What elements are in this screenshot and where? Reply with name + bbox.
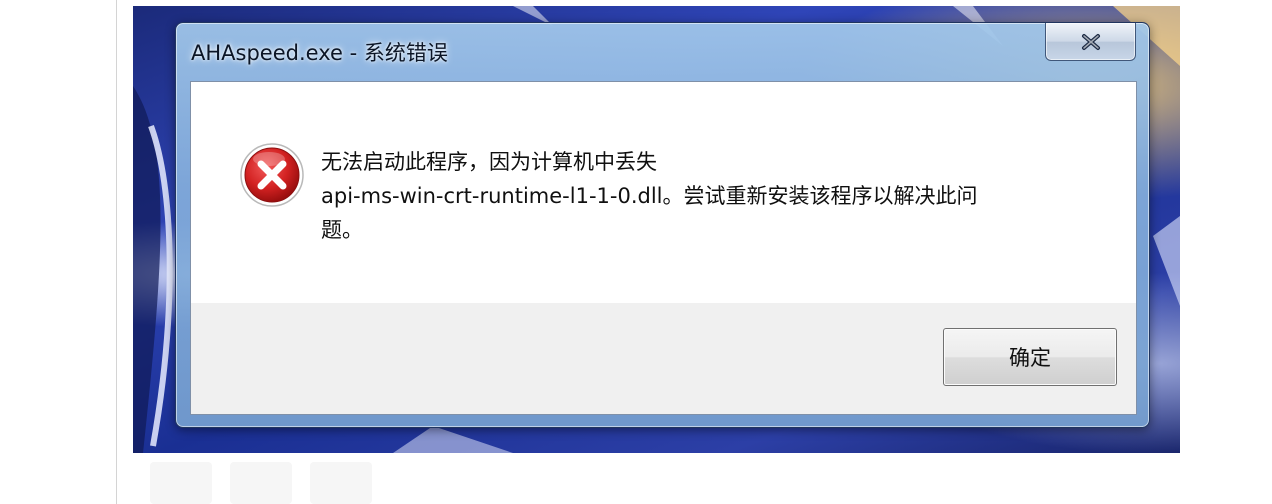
system-error-dialog: AHAspeed.exe - 系统错误 无法启动此程序，因为计算机中丢失 api… xyxy=(175,22,1150,428)
page-left-rule xyxy=(116,0,117,504)
faded-thumbnails xyxy=(150,462,372,504)
thumbnail xyxy=(150,462,212,504)
dialog-content: 无法启动此程序，因为计算机中丢失 api-ms-win-crt-runtime-… xyxy=(190,81,1137,415)
dialog-footer: 确定 xyxy=(191,303,1136,414)
error-icon xyxy=(240,143,304,207)
thumbnail xyxy=(230,462,292,504)
ok-button[interactable]: 确定 xyxy=(943,328,1117,386)
close-x-icon xyxy=(1081,33,1100,50)
dialog-title: AHAspeed.exe - 系统错误 xyxy=(191,41,448,65)
thumbnail xyxy=(310,462,372,504)
error-message: 无法启动此程序，因为计算机中丢失 api-ms-win-crt-runtime-… xyxy=(321,150,978,242)
close-button[interactable] xyxy=(1045,23,1136,61)
